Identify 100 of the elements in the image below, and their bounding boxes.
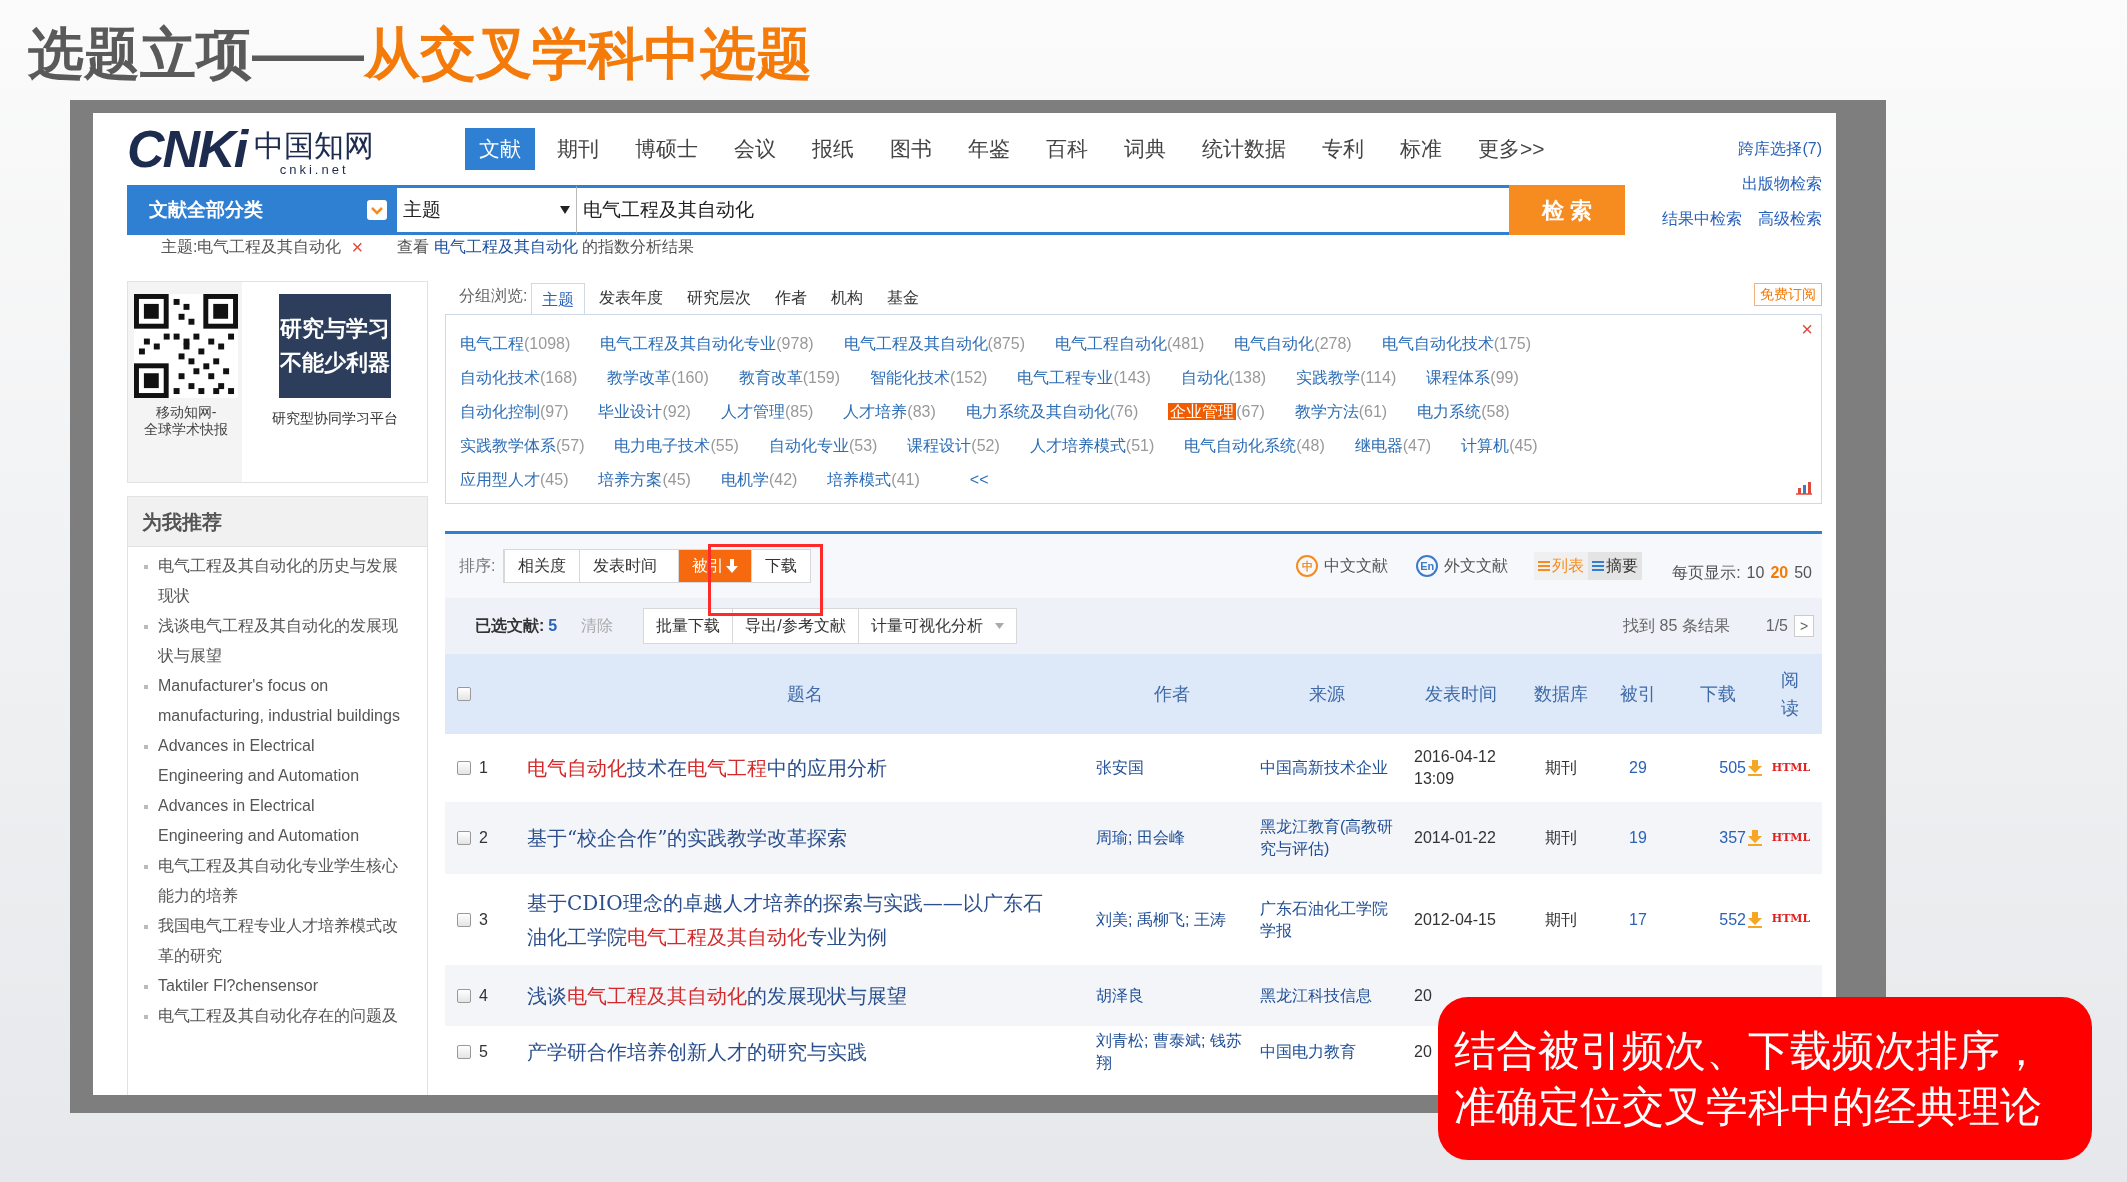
author-list[interactable]: 刘青松; 曹泰斌; 钱苏翔 [1096,1029,1244,1074]
author-list[interactable]: 周瑜; 田会峰 [1096,827,1244,849]
topic-link[interactable]: 计算机(45) [1461,434,1538,458]
field-select[interactable]: 主题 [397,185,577,235]
recommend-link[interactable]: 电气工程及其自动化专业学生核心能力的培养 [158,851,402,911]
advanced-search-link[interactable]: 高级检索 [1758,207,1822,231]
topic-link[interactable]: 教学方法(61) [1294,400,1388,424]
column-header[interactable]: 阅读 [1781,666,1801,722]
topic-link[interactable]: 电力系统及其自动化(76) [965,400,1139,424]
nav-tab[interactable]: 会议 [720,128,790,170]
checkbox[interactable] [457,1044,471,1059]
topic-link[interactable]: 继电器(47) [1354,434,1432,458]
html-link[interactable]: HTML [1771,829,1811,847]
download-count[interactable]: 505 [1719,756,1746,780]
source-link[interactable]: 黑龙江科技信息 [1260,984,1396,1007]
source-link[interactable]: 中国电力教育 [1260,1040,1396,1063]
article-title[interactable]: 浅谈电气工程及其自动化的发展现状与展望 [527,978,1062,1013]
nav-tab[interactable]: 年鉴 [954,128,1024,170]
recommend-link[interactable]: 浅谈电气工程及其自动化的发展现状与展望 [158,611,402,671]
nav-tab[interactable]: 词典 [1110,128,1180,170]
view-toggle[interactable]: 摘要 [1588,552,1643,580]
recommend-link[interactable]: Advances in Electrical Engineering and Automation [158,791,402,851]
remove-term-button[interactable]: × [351,237,364,257]
article-title[interactable]: 基于“校企合作”的实践教学改革探索 [527,821,1062,855]
sort-option[interactable]: 相关度 [504,550,580,582]
topic-link[interactable]: 实践教学体系(57) [460,434,585,458]
citation-count[interactable]: 29 [1629,756,1647,780]
column-header[interactable]: 来源 [1309,680,1345,708]
topic-link[interactable]: 电气工程及其自动化专业(978) [600,332,814,356]
analysis-link[interactable]: 电气工程及其自动化 [433,238,578,255]
column-header[interactable]: 作者 [1154,680,1190,708]
topic-link[interactable]: 人才培养模式(51) [1029,434,1155,458]
topic-link[interactable]: 课程体系(99) [1426,366,1519,390]
column-header[interactable]: 被引 [1620,680,1656,708]
language-filter[interactable]: En 外文文献 [1416,554,1509,578]
topic-link[interactable]: 应用型人才(45) [460,468,569,492]
nav-tab[interactable]: 文献 [465,128,535,170]
nav-tab[interactable]: 统计数据 [1188,128,1300,170]
nav-tab[interactable]: 百科 [1032,128,1102,170]
recommend-link[interactable]: 电气工程及其自动化的历史与发展现状 [158,551,402,611]
nav-tab[interactable]: 期刊 [543,128,613,170]
language-filter[interactable]: 中 中文文献 [1296,554,1389,578]
topic-link[interactable]: 人才培养(83) [843,400,936,424]
topic-link[interactable]: 教育改革(159) [738,366,841,390]
action-button[interactable]: 批量下载 [644,609,733,643]
action-button[interactable]: 导出/参考文献 [732,609,858,643]
citation-count[interactable]: 17 [1629,907,1647,932]
citation-count[interactable]: 19 [1629,826,1647,850]
topic-link[interactable]: 电气自动化技术(175) [1381,332,1532,356]
group-tab[interactable]: 基金 [877,282,930,314]
topic-link[interactable]: 电力电子技术(55) [614,434,739,458]
author-list[interactable]: 张安国 [1096,757,1244,779]
checkbox[interactable] [457,912,471,927]
topic-link[interactable]: 自动化专业(53) [768,434,878,458]
source-link[interactable]: 广东石油化工学院学报 [1260,897,1396,942]
checkbox[interactable] [457,761,471,775]
topic-link[interactable]: 实践教学(114) [1296,366,1397,390]
column-header[interactable]: 下载 [1700,680,1736,708]
checkbox[interactable] [457,687,471,701]
topic-link[interactable]: 自动化(138) [1180,366,1267,390]
topic-link[interactable]: 电气工程自动化(481) [1054,332,1205,356]
checkbox[interactable] [457,831,471,845]
sort-option[interactable]: 发表时间 [579,550,671,582]
collapse-button[interactable]: << [969,468,989,492]
per-page-option[interactable]: 50 [1794,561,1812,585]
checkbox[interactable] [457,988,471,1003]
nav-tab[interactable]: 图书 [876,128,946,170]
download-count[interactable]: 552 [1719,907,1746,932]
topic-link[interactable]: 电气工程(1098) [460,332,571,356]
close-button[interactable]: × [1801,319,1813,339]
topic-link[interactable]: 电力系统(58) [1417,400,1510,424]
group-tab[interactable]: 机构 [821,282,874,314]
group-tab[interactable]: 发表年度 [589,282,674,314]
recommend-link[interactable]: Advances in Electrical Engineering and Automation [158,731,402,791]
group-tab[interactable]: 主题 [531,283,586,315]
topic-link[interactable]: 培养方案(45) [598,468,691,492]
recommend-link[interactable]: Taktiler Fl?chensensor [158,971,402,1001]
html-link[interactable]: HTML [1771,911,1811,928]
topic-link[interactable]: 自动化控制(97) [460,400,569,424]
author-list[interactable]: 胡泽良 [1096,984,1244,1007]
column-header[interactable]: 发表时间 [1425,680,1497,708]
topic-link[interactable]: 课程设计(52) [907,434,1000,458]
topic-link[interactable]: 电气工程专业(143) [1017,366,1151,390]
recommend-link[interactable]: 电气工程及其自动化存在的问题及 [158,1001,402,1031]
publication-search-link[interactable]: 出版物检索 [1742,172,1822,196]
cross-db-link[interactable]: 跨库选择(7) [1738,137,1822,161]
topic-link[interactable]: 电气工程及其自动化(875) [843,332,1025,356]
nav-tab[interactable]: 专利 [1308,128,1378,170]
column-header[interactable]: 数据库 [1534,680,1588,708]
column-header[interactable]: 题名 [786,680,823,708]
source-link[interactable]: 黑龙江教育(高教研究与评估) [1260,816,1396,860]
html-link[interactable]: HTML [1771,759,1811,777]
recommend-link[interactable]: 我国电气工程专业人才培养模式改革的研究 [158,911,402,971]
next-page-button[interactable]: > [1794,615,1814,637]
topic-link[interactable]: 电气自动化系统(48) [1184,434,1325,458]
category-dropdown[interactable]: 文献全部分类 [127,185,397,235]
nav-tab[interactable]: 更多>> [1464,128,1559,170]
search-field[interactable]: 电气工程及其自动化 [577,185,1509,235]
nav-tab[interactable]: 报纸 [798,128,868,170]
topic-link[interactable]: 自动化技术(168) [460,366,578,390]
